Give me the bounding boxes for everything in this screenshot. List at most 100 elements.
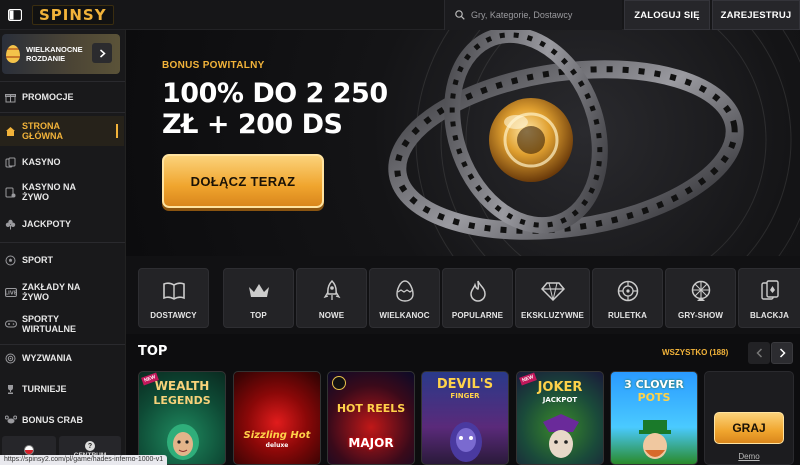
easter-promo-card[interactable]: WIELKANOCNE ROZDANIE — [2, 34, 120, 74]
sidebar-item-kasyno[interactable]: KASYNO — [0, 154, 124, 170]
rocket-icon — [319, 279, 345, 303]
game-title-line2: LEGENDS — [153, 394, 211, 407]
sidebar-item-promocje[interactable]: PROMOCJE — [0, 88, 124, 106]
sidebar-item-label: KASYNO NA ŻYWO — [22, 182, 76, 202]
svg-text:LIVE: LIVE — [5, 290, 17, 296]
category-label: GRY-SHOW — [678, 311, 723, 320]
sidebar-divider — [0, 112, 125, 113]
game-title-line1: JOKER — [537, 380, 583, 395]
category-dostawcy[interactable]: DOSTAWCY — [138, 268, 209, 328]
app-root: SPINSY ZALOGUJ SIĘ ZAREJESTRUJ WIELKANOC… — [0, 0, 800, 465]
crab-icon — [4, 414, 17, 427]
game-tile-hover[interactable]: GRAJ Demo — [704, 371, 794, 465]
ball-icon — [4, 254, 17, 267]
game-title-line2: deluxe — [265, 442, 289, 449]
flame-icon — [465, 279, 491, 303]
category-popularne[interactable]: POPULARNE — [442, 268, 513, 328]
sidebar-item-sport[interactable]: SPORT — [0, 252, 124, 268]
top-section-title: TOP — [138, 344, 168, 359]
play-button[interactable]: GRAJ — [714, 412, 784, 444]
category-label: EKSKLUZYWNE — [521, 311, 584, 320]
diamond-icon — [540, 279, 566, 303]
see-all-link[interactable]: WSZYSTKO (188) — [662, 348, 728, 357]
category-label: POPULARNE — [451, 311, 504, 320]
carousel-prev-button[interactable] — [748, 342, 770, 364]
category-label: NOWE — [318, 311, 345, 320]
hero-headline: 100% DO 2 250 ZŁ + 200 DS — [162, 78, 388, 140]
category-nowe[interactable]: NOWE — [296, 268, 367, 328]
easter-egg-icon — [6, 45, 20, 63]
category-label: TOP — [250, 311, 267, 320]
sidebar-item-jackpoty[interactable]: JACKPOTY — [0, 216, 124, 232]
game-title-line1: DEVIL'S — [436, 377, 494, 392]
sidebar-item-turnieje[interactable]: TURNIEJE — [0, 381, 124, 397]
category-ekskluzywne[interactable]: EKSKLUZYWNE — [515, 268, 590, 328]
sidebar-toggle-button[interactable] — [4, 4, 26, 26]
sidebar-item-label: TURNIEJE — [22, 384, 67, 394]
target-icon — [4, 352, 17, 365]
hero-headline-line1: 100% DO 2 250 — [162, 78, 388, 109]
joker-character-art — [543, 414, 579, 458]
easter-egg-icon — [392, 279, 418, 303]
game-tile-joker-jackpot[interactable]: NEW JOKER JACKPOT — [516, 371, 604, 465]
sidebar-item-label: PROMOCJE — [22, 92, 74, 102]
home-icon — [4, 125, 17, 138]
sidebar-item-strona-glowna[interactable]: STRONA GŁÓWNA — [0, 116, 124, 146]
question-icon: ? — [85, 441, 95, 451]
top-bar: SPINSY ZALOGUJ SIĘ ZAREJESTRUJ — [0, 0, 800, 30]
join-now-button[interactable]: DOŁĄCZ TERAZ — [162, 154, 324, 208]
sidebar-item-label: JACKPOTY — [22, 219, 72, 229]
category-label: DOSTAWCY — [150, 311, 197, 320]
sidebar-item-kasyno-na-zywo[interactable]: KASYNO NA ŻYWO — [0, 180, 124, 204]
game-title-line2: MAJOR — [348, 436, 394, 450]
devil-character-art — [450, 422, 482, 462]
category-blackjack[interactable]: BLACKJA — [738, 268, 800, 328]
search-bar[interactable] — [444, 0, 622, 30]
sidebar-item-label: STRONA GŁÓWNA — [22, 121, 63, 141]
chevron-right-icon[interactable] — [92, 43, 112, 63]
carousel-next-button[interactable] — [771, 342, 793, 364]
game-tile-sizzling-hot[interactable]: Sizzling Hot deluxe — [233, 371, 321, 465]
search-input[interactable] — [471, 10, 611, 20]
gift-icon — [4, 91, 17, 104]
sidebar-item-bonus-crab[interactable]: BONUS CRAB — [0, 412, 124, 428]
bally-logo-icon — [332, 376, 346, 390]
sidebar: WIELKANOCNE ROZDANIE PROMOCJE STRONA GŁÓ… — [0, 30, 126, 465]
sidebar-divider — [0, 81, 125, 82]
cards-icon — [4, 156, 17, 169]
chevron-left-icon — [755, 348, 762, 358]
roulette-icon — [615, 279, 641, 303]
game-tile-hot-reels[interactable]: HOT REELS MAJOR — [327, 371, 415, 465]
demo-link[interactable]: Demo — [705, 452, 793, 461]
leprechaun-character-art — [639, 420, 671, 459]
welcome-bonus-banner[interactable]: BONUS POWITALNY 100% DO 2 250 ZŁ + 200 D… — [126, 30, 800, 256]
category-wielkanoc[interactable]: WIELKANOC — [369, 268, 440, 328]
gamepad-icon — [4, 318, 17, 331]
sidebar-item-wyzwania[interactable]: WYZWANIA — [0, 350, 124, 366]
category-top[interactable]: TOP — [223, 268, 294, 328]
poland-flag-icon — [24, 445, 34, 455]
logo[interactable]: SPINSY — [32, 4, 114, 25]
book-icon — [161, 279, 187, 303]
game-title-line2: JACKPOT — [542, 396, 578, 404]
game-tile-devils-finger[interactable]: DEVIL'S FINGER — [421, 371, 509, 465]
sidebar-item-label: KASYNO — [22, 157, 61, 167]
category-ruletka[interactable]: RULETKA — [592, 268, 663, 328]
sidebar-item-sporty-wirtualne[interactable]: SPORTY WIRTUALNE — [0, 312, 124, 336]
category-label: BLACKJA — [750, 311, 789, 320]
sidebar-item-label: SPORT — [22, 255, 54, 265]
game-tile-3-clover-pots[interactable]: 3 CLOVER POTS — [610, 371, 698, 465]
sidebar-item-zaklady-na-zywo[interactable]: LIVE ZAKŁADY NA ŻYWO — [0, 280, 124, 304]
hero-artwork — [388, 30, 800, 256]
game-tile-wealth-legends[interactable]: NEW WEALTH LEGENDS — [138, 371, 226, 465]
game-title-line2: POTS — [637, 391, 671, 404]
register-button[interactable]: ZAREJESTRUJ — [712, 0, 800, 30]
login-button[interactable]: ZALOGUJ SIĘ — [624, 0, 710, 30]
wheel-icon — [688, 279, 714, 303]
category-gry-show[interactable]: GRY-SHOW — [665, 268, 736, 328]
hero-kicker: BONUS POWITALNY — [162, 60, 265, 71]
clover-icon — [4, 218, 17, 231]
category-label: RULETKA — [608, 311, 647, 320]
promo-card-label: WIELKANOCNE ROZDANIE — [26, 45, 83, 63]
category-label: WIELKANOC — [379, 311, 430, 320]
